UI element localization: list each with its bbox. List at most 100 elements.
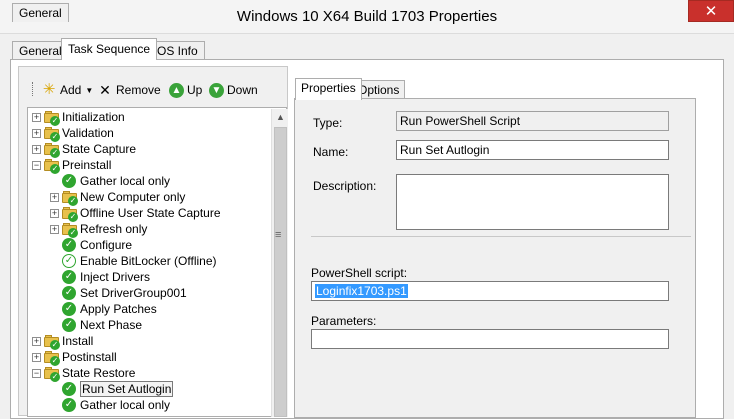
tree-item-label: New Computer only xyxy=(80,190,186,204)
tree-item[interactable]: ✓ Next Phase xyxy=(28,317,272,333)
remove-button[interactable]: ✕ Remove xyxy=(97,81,161,99)
folder-icon: ✓ xyxy=(44,351,60,366)
expand-icon[interactable]: + xyxy=(32,145,41,154)
scroll-up-arrow-icon[interactable]: ▲ xyxy=(272,109,289,125)
task-tree[interactable]: + ✓ Initialization + ✓ Validation + ✓ State Capt… xyxy=(27,107,287,417)
tree-item-label: Gather local only xyxy=(80,398,171,412)
tree-item[interactable]: + ✓ Postinstall xyxy=(28,349,272,366)
scroll-grip-icon: ≡ xyxy=(275,229,282,241)
tree-item[interactable]: ✓ Run Set Autlogin xyxy=(28,381,272,397)
expand-icon[interactable]: + xyxy=(32,113,41,122)
checkmark-icon: ✓ xyxy=(62,382,76,396)
checkmark-icon: ✓ xyxy=(62,398,76,412)
sparkle-icon: ✳ xyxy=(42,81,56,98)
title-bar: Windows 10 X64 Build 1703 Properties ✕ xyxy=(0,0,734,34)
powershell-script-label: PowerShell script: xyxy=(311,266,408,280)
tree-item-label: Next Phase xyxy=(80,318,143,332)
tree-item-label: Apply Patches xyxy=(80,302,157,316)
expand-icon[interactable]: + xyxy=(50,193,59,202)
properties-panel: Type: Run PowerShell Script Name: Run Se… xyxy=(294,98,696,418)
folder-icon: ✓ xyxy=(62,223,78,238)
tree-item[interactable]: − ✓ Preinstall xyxy=(28,157,272,174)
tree-item[interactable]: ✓ Apply Patches xyxy=(28,301,272,317)
collapse-icon[interactable]: − xyxy=(32,369,41,378)
arrow-down-icon: ▼ xyxy=(209,82,224,98)
tree-item-label: Offline User State Capture xyxy=(80,206,221,220)
tree-item[interactable]: ✓ Gather local only xyxy=(28,397,272,413)
checkmark-icon: ✓ xyxy=(62,270,76,284)
folder-icon: ✓ xyxy=(44,367,60,382)
checkmark-icon: ✓ xyxy=(62,174,76,188)
tree-item[interactable]: + ✓ State Capture xyxy=(28,141,272,158)
section-divider xyxy=(311,236,691,237)
tab-task-sequence[interactable]: Task Sequence xyxy=(61,38,158,60)
tree-item-label: Install xyxy=(62,334,94,348)
tree-item[interactable]: ✓ Inject Drivers xyxy=(28,269,272,285)
expand-icon[interactable]: + xyxy=(32,337,41,346)
expand-icon[interactable]: + xyxy=(32,353,41,362)
down-label: Down xyxy=(227,83,258,97)
toolbar: ✳ Add ▼ ✕ Remove ▲ Up ▼ Down xyxy=(19,67,287,105)
description-textarea[interactable] xyxy=(396,174,669,230)
arrow-up-icon: ▲ xyxy=(169,82,184,98)
checkmark-icon: ✓ xyxy=(62,318,76,332)
tree-item[interactable]: + ✓ Install xyxy=(28,333,272,350)
up-button[interactable]: ▲ Up xyxy=(169,81,202,99)
close-button[interactable]: ✕ xyxy=(688,0,734,22)
tree-item[interactable]: ✓ Gather local only xyxy=(28,173,272,189)
down-button[interactable]: ▼ Down xyxy=(209,81,258,99)
tree-item-label: Gather local only xyxy=(80,174,171,188)
remove-x-icon: ✕ xyxy=(99,82,111,98)
window-title: Windows 10 X64 Build 1703 Properties xyxy=(236,8,498,25)
tab-os-info[interactable]: OS Info xyxy=(150,41,205,60)
parameters-label: Parameters: xyxy=(311,314,377,328)
checkmark-icon: ✓ xyxy=(62,302,76,316)
tree-item-label: Refresh only xyxy=(80,222,148,236)
tree-item-label: Initialization xyxy=(62,110,125,124)
powershell-script-input[interactable]: Loginfix1703.ps1 xyxy=(311,281,669,301)
tab-properties[interactable]: Properties xyxy=(295,78,362,100)
type-label: Type: xyxy=(313,116,343,130)
tree-item-label: Configure xyxy=(80,238,133,252)
tree-item-label: Run Set Autlogin xyxy=(80,381,174,397)
name-input[interactable]: Run Set Autlogin xyxy=(396,140,669,160)
tree-item-label: State Capture xyxy=(62,142,137,156)
tree-item-label: State Restore xyxy=(62,366,136,380)
folder-icon: ✓ xyxy=(44,143,60,158)
add-button[interactable]: ✳ Add ▼ xyxy=(41,81,94,99)
tree-item[interactable]: − ✓ State Restore xyxy=(28,365,272,382)
powershell-script-value: Loginfix1703.ps1 xyxy=(315,284,408,298)
tree-item[interactable]: + ✓ Initialization xyxy=(28,109,272,126)
task-sequence-editor: ✳ Add ▼ ✕ Remove ▲ Up ▼ Down + ✓ Initializ… xyxy=(18,66,288,417)
tree-item[interactable]: + ✓ Validation xyxy=(28,125,272,142)
remove-label: Remove xyxy=(116,83,161,97)
dropdown-arrow-icon: ▼ xyxy=(85,85,94,95)
expand-icon[interactable]: + xyxy=(50,209,59,218)
scroll-thumb[interactable] xyxy=(274,127,287,417)
tree-item-label: Set DriverGroup001 xyxy=(80,286,187,300)
folder-icon: ✓ xyxy=(44,111,60,126)
tree-item-label: Preinstall xyxy=(62,158,112,172)
checkmark-icon: ✓ xyxy=(62,286,76,300)
tree-item[interactable]: ✓ Enable BitLocker (Offline) xyxy=(28,253,272,269)
collapse-icon[interactable]: − xyxy=(32,161,41,170)
tree-item-label: Enable BitLocker (Offline) xyxy=(80,254,217,268)
toolbar-grip xyxy=(32,82,35,96)
tree-item[interactable]: ✓ Set DriverGroup001 xyxy=(28,285,272,301)
parameters-input[interactable] xyxy=(311,329,669,349)
tree-item-label: Inject Drivers xyxy=(80,270,151,284)
tree-item[interactable]: + ✓ New Computer only xyxy=(28,189,272,206)
folder-icon: ✓ xyxy=(44,127,60,142)
tree-item[interactable]: ✓ Configure xyxy=(28,237,272,253)
description-label: Description: xyxy=(313,179,377,193)
tree-item[interactable]: + ✓ Offline User State Capture xyxy=(28,205,272,222)
expand-icon[interactable]: + xyxy=(50,225,59,234)
tab-general[interactable]: General xyxy=(12,3,69,22)
checkmark-icon: ✓ xyxy=(62,238,76,252)
tree-item-label: Validation xyxy=(62,126,114,140)
tree-item-label: Postinstall xyxy=(62,350,117,364)
expand-icon[interactable]: + xyxy=(32,129,41,138)
tree-item[interactable]: + ✓ Refresh only xyxy=(28,221,272,238)
folder-icon: ✓ xyxy=(62,191,78,206)
tree-vertical-scrollbar[interactable]: ▲ ≡ xyxy=(271,109,288,417)
